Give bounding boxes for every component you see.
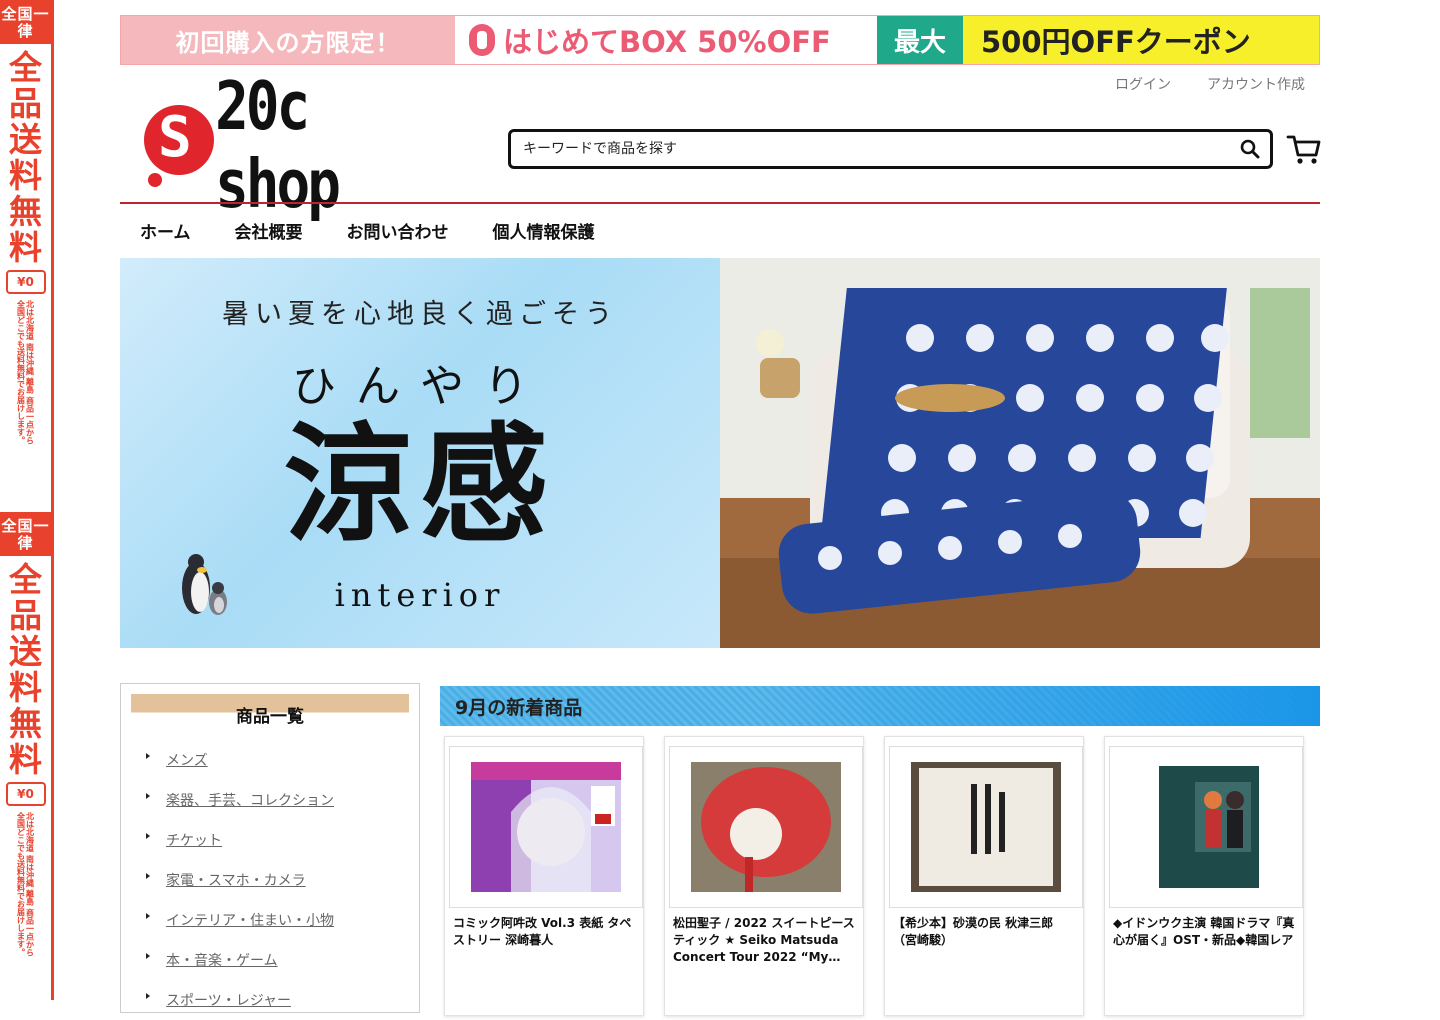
product-title: 松田聖子 / 2022 スイートピースティック ★ Seiko Matsuda …: [673, 916, 855, 964]
product-title: 【希少本】砂漠の民 秋津三郎（宮崎駿）: [893, 916, 1054, 947]
product-image: [449, 746, 643, 908]
search-bar: [508, 129, 1273, 169]
cart-icon: [1286, 135, 1321, 164]
auth-links: ログイン アカウント作成: [1115, 74, 1305, 94]
hero-kanji: 涼感: [283, 410, 556, 560]
bullet-icon: [146, 873, 150, 879]
nav-privacy[interactable]: 個人情報保護: [493, 218, 595, 243]
sidebar-title: 商品一覧: [131, 694, 409, 728]
promo-coupon: 500円OFFクーポン: [963, 16, 1319, 64]
logo-cart-icon: S: [144, 105, 214, 187]
logo-text: 20c shop: [215, 68, 341, 224]
product-title: ◆イドンウク主演 韓国ドラマ『真心が届く』OST・新品◆韓国レア: [1113, 916, 1295, 947]
bullet-icon: [146, 753, 150, 759]
product-title: コミック阿吽改 Vol.3 表紙 タペストリー 深崎暮人: [453, 916, 632, 947]
product-card[interactable]: コミック阿吽改 Vol.3 表紙 タペストリー 深崎暮人: [444, 736, 644, 1016]
list-item: 家電・スマホ・カメラ: [146, 860, 419, 900]
product-grid: コミック阿吽改 Vol.3 表紙 タペストリー 深崎暮人 松田聖子 / 2022…: [444, 736, 1320, 1016]
product-photo-stick: [691, 762, 841, 892]
product-card[interactable]: 松田聖子 / 2022 スイートピースティック ★ Seiko Matsuda …: [664, 736, 864, 1016]
hero-banner[interactable]: 暑い夏を心地良く過ごそう ひんやり 涼感 interior: [120, 258, 1320, 648]
product-image: [889, 746, 1083, 908]
cart-button[interactable]: [1286, 131, 1322, 167]
strip-head: 全国一律: [0, 0, 51, 44]
login-link[interactable]: ログイン: [1115, 74, 1171, 94]
product-photo-cd: [1131, 762, 1281, 892]
category-list: メンズ 楽器、手芸、コレクション チケット 家電・スマホ・カメラ インテリア・住…: [121, 740, 419, 1020]
hero-subtitle: 暑い夏を心地良く過ごそう: [222, 299, 618, 330]
product-card[interactable]: 【希少本】砂漠の民 秋津三郎（宮崎駿）: [884, 736, 1084, 1016]
truck-icon: ¥0: [5, 782, 46, 806]
list-item: チケット: [146, 820, 419, 860]
category-link[interactable]: メンズ: [166, 750, 208, 770]
site-logo[interactable]: S 20c shop: [144, 68, 444, 224]
category-link[interactable]: 家電・スマホ・カメラ: [166, 870, 306, 890]
hero-text-panel: 暑い夏を心地良く過ごそう ひんやり 涼感 interior: [120, 258, 720, 648]
promo-max-label: 最大: [877, 16, 963, 64]
promo-box-text: はじめてBOX 50%OFF: [503, 25, 831, 59]
bullet-icon: [146, 953, 150, 959]
nav-company[interactable]: 会社概要: [235, 218, 303, 243]
search-input[interactable]: [521, 140, 1230, 158]
header-divider: [120, 202, 1320, 204]
strip-big-text: 全 品 送 料 無 料: [9, 48, 42, 267]
list-item: インテリア・住まい・小物: [146, 900, 419, 940]
product-photo-book: [911, 762, 1061, 892]
product-card[interactable]: ◆イドンウク主演 韓国ドラマ『真心が届く』OST・新品◆韓国レア: [1104, 736, 1304, 1016]
main-nav: ホーム 会社概要 お問い合わせ 個人情報保護: [140, 218, 595, 243]
search-icon: [1240, 139, 1260, 159]
category-link[interactable]: スポーツ・レジャー: [166, 990, 291, 1010]
promo-first-purchase: 初回購入の方限定！: [121, 16, 455, 64]
product-image: [669, 746, 863, 908]
product-image: [1109, 746, 1303, 908]
new-arrivals-title: 9月の新着商品: [455, 697, 583, 719]
register-link[interactable]: アカウント作成: [1207, 74, 1305, 94]
free-shipping-strip: 全国一律 全 品 送 料 無 料 ¥0 北は北海道 南は沖縄 離島 商品一点から…: [0, 0, 54, 1000]
bullet-icon: [146, 913, 150, 919]
nav-contact[interactable]: お問い合わせ: [347, 218, 449, 243]
category-link[interactable]: インテリア・住まい・小物: [166, 910, 334, 930]
strip-note: 北は北海道 南は沖縄 離島 商品一点から 全国どこでも送料無料でお届けします。: [16, 812, 35, 957]
list-item: スポーツ・レジャー: [146, 980, 419, 1020]
search-button[interactable]: [1230, 132, 1270, 166]
product-photo-comic: [471, 762, 621, 892]
list-item: 楽器、手芸、コレクション: [146, 780, 419, 820]
list-item: 本・音楽・ゲーム: [146, 940, 419, 980]
truck-icon: ¥0: [5, 270, 46, 294]
promo-box-offer: はじめてBOX 50%OFF: [455, 16, 877, 64]
strip-big-text: 全 品 送 料 無 料: [9, 560, 42, 779]
hero-kana: ひんやり: [292, 361, 548, 412]
penguin-icon: [182, 554, 227, 615]
bullet-icon: [146, 793, 150, 799]
bullet-icon: [146, 833, 150, 839]
new-arrivals-heading: 9月の新着商品: [440, 686, 1320, 726]
category-link[interactable]: チケット: [166, 830, 222, 850]
strip-head: 全国一律: [0, 512, 51, 556]
nav-home[interactable]: ホーム: [140, 218, 191, 243]
hero-photo-sofa: [720, 258, 1320, 648]
promo-banner[interactable]: 初回購入の方限定！ はじめてBOX 50%OFF 最大 500円OFFクーポン: [120, 15, 1320, 65]
category-link[interactable]: 楽器、手芸、コレクション: [166, 790, 334, 810]
category-sidebar: 商品一覧 メンズ 楽器、手芸、コレクション チケット 家電・スマホ・カメラ イン…: [120, 683, 420, 1013]
free-shipping-banner-top[interactable]: 全国一律 全 品 送 料 無 料 ¥0 北は北海道 南は沖縄 離島 商品一点から…: [0, 0, 51, 450]
strip-note: 北は北海道 南は沖縄 離島 商品一点から 全国どこでも送料無料でお届けします。: [16, 300, 35, 445]
bullet-icon: [146, 993, 150, 999]
list-item: メンズ: [146, 740, 419, 780]
free-shipping-banner-bottom[interactable]: 全国一律 全 品 送 料 無 料 ¥0 北は北海道 南は沖縄 離島 商品一点から…: [0, 512, 51, 962]
category-link[interactable]: 本・音楽・ゲーム: [166, 950, 278, 970]
heart-icon: [469, 24, 495, 56]
